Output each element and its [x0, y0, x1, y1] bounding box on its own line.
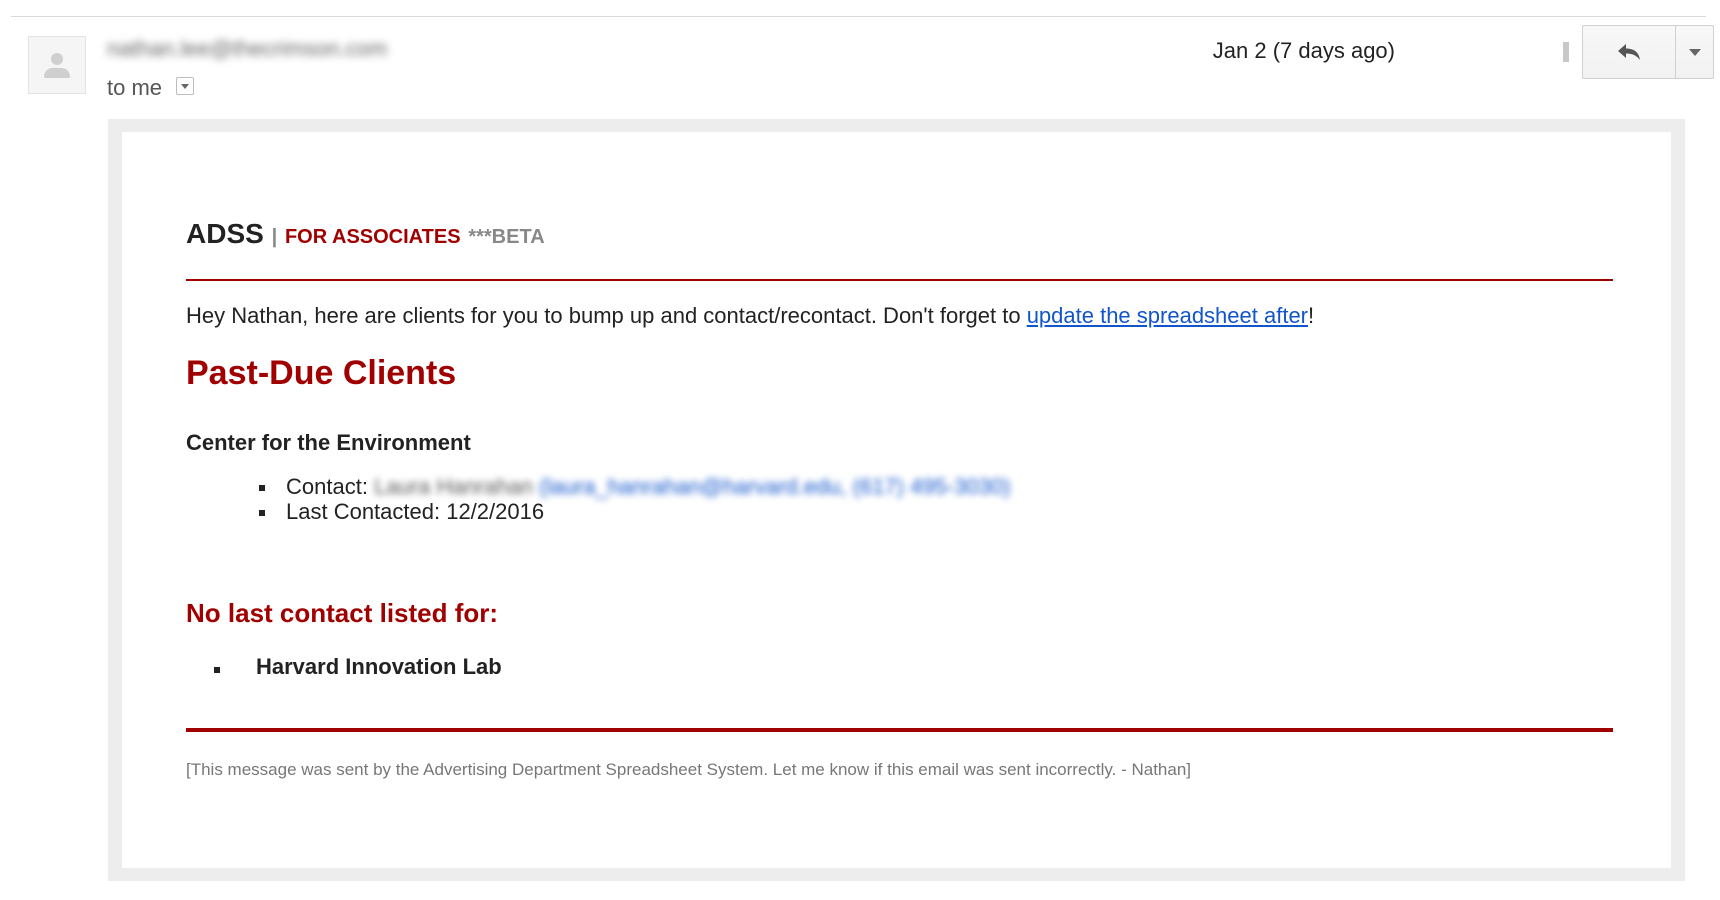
show-details-button[interactable]	[176, 77, 194, 95]
message-actions	[1582, 25, 1714, 79]
message-date[interactable]: Jan 2 (7 days ago)	[1213, 38, 1395, 64]
spreadsheet-link[interactable]: update the spreadsheet after	[1027, 303, 1308, 328]
sender-avatar	[28, 36, 86, 94]
avatar-head-shape	[51, 53, 63, 65]
brand-audience: FOR ASSOCIATES	[284, 226, 461, 248]
footer-rule	[186, 728, 1613, 732]
star-icon[interactable]	[1563, 42, 1569, 62]
intro-end: !	[1308, 303, 1315, 328]
avatar-body-shape	[44, 68, 70, 78]
list-item: Harvard Innovation Lab	[214, 654, 502, 680]
client-name: Center for the Environment	[186, 430, 471, 455]
recipient-label: to me	[107, 75, 163, 100]
last-contacted-item: Last Contacted: 12/2/2016	[259, 499, 1010, 524]
more-actions-button[interactable]	[1676, 26, 1714, 78]
brand-separator: |	[271, 226, 278, 248]
beta-tag: ***BETA	[468, 226, 545, 248]
brand-header: ADSS | FOR ASSOCIATES ***BETA	[186, 218, 545, 250]
reply-arrow-icon	[1618, 44, 1640, 60]
chevron-down-icon	[181, 83, 189, 89]
no-contact-heading: No last contact listed for:	[186, 598, 499, 628]
brand-name: ADSS	[186, 218, 264, 249]
chevron-down-icon	[1689, 48, 1701, 56]
sender-address[interactable]: nathan.lee@thecrimson.com	[107, 36, 387, 62]
past-due-heading: Past-Due Clients	[186, 354, 457, 392]
intro-text: Hey Nathan, here are clients for you to …	[186, 303, 1027, 328]
footer-note: [This message was sent by the Advertisin…	[186, 760, 1192, 779]
contact-info-link[interactable]: (laura_hanrahan@harvard.edu, (617) 495-3…	[539, 474, 1010, 499]
header-rule	[186, 279, 1613, 281]
contact-item: Contact: Laura Hanrahan (laura_hanrahan@…	[259, 474, 1010, 499]
contact-name: Laura Hanrahan	[374, 474, 534, 499]
header-divider	[11, 16, 1706, 17]
contact-label: Contact:	[286, 474, 368, 499]
client-details-list: Contact: Laura Hanrahan (laura_hanrahan@…	[259, 474, 1010, 524]
intro-paragraph: Hey Nathan, here are clients for you to …	[186, 303, 1314, 329]
reply-button[interactable]	[1583, 26, 1676, 78]
